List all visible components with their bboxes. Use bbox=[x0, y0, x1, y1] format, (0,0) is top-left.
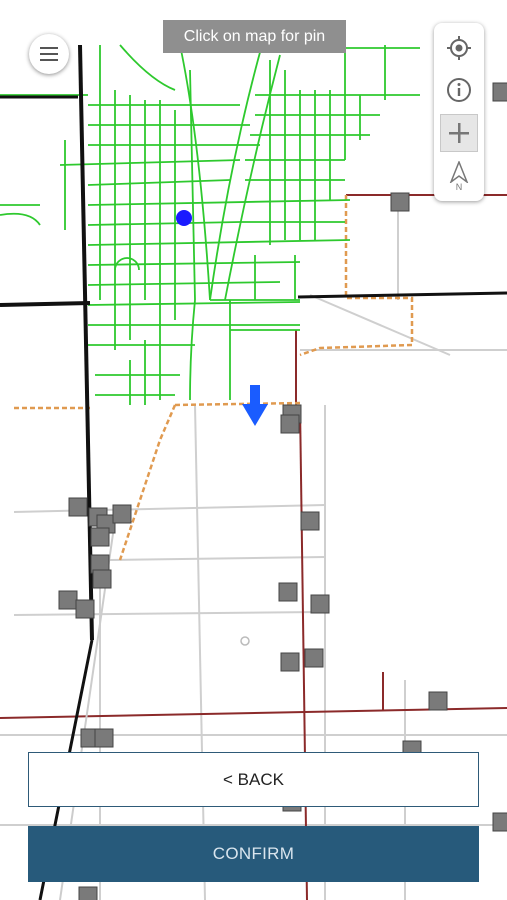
back-button[interactable]: < BACK bbox=[28, 752, 479, 807]
confirm-button[interactable]: CONFIRM bbox=[28, 826, 479, 882]
location-dot bbox=[176, 210, 192, 226]
crosshair-target-icon bbox=[447, 36, 471, 60]
north-arrow-icon bbox=[449, 160, 469, 183]
north-label: N bbox=[455, 181, 463, 192]
zoom-in-button[interactable] bbox=[440, 114, 478, 152]
menu-button[interactable] bbox=[29, 34, 69, 74]
map-controls-panel: N bbox=[434, 23, 484, 201]
hamburger-menu-icon bbox=[40, 47, 58, 61]
map-hint-banner: Click on map for pin bbox=[163, 20, 346, 53]
info-button[interactable] bbox=[440, 71, 478, 109]
info-circle-icon bbox=[447, 78, 471, 102]
north-button[interactable]: N bbox=[440, 157, 478, 195]
locate-button[interactable] bbox=[440, 29, 478, 67]
plus-icon bbox=[449, 123, 469, 143]
